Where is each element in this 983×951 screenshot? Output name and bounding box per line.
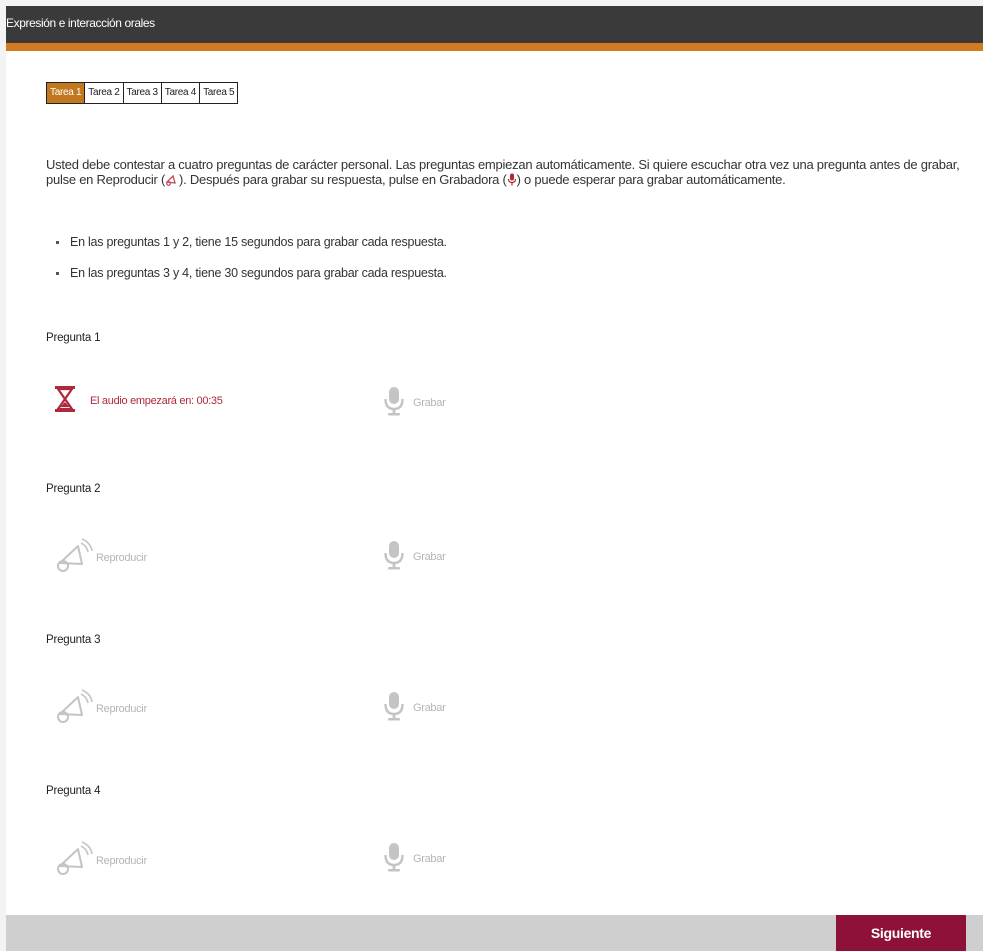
tab-tarea-4[interactable]: Tarea 4: [161, 82, 201, 104]
speaker-icon: [54, 538, 94, 577]
question-2-label: Pregunta 2: [46, 483, 101, 495]
question-4-label: Pregunta 4: [46, 785, 101, 797]
speaker-icon: [54, 689, 94, 728]
play-label: Reproducir: [96, 854, 147, 867]
speaker-icon: [54, 841, 94, 880]
record-button[interactable]: Grabar: [383, 540, 446, 573]
record-label: Grabar: [413, 550, 446, 563]
record-button[interactable]: Grabar: [383, 386, 446, 419]
instructions-text: Usted debe contestar a cuatro preguntas …: [46, 157, 976, 189]
countdown-timer: El audio empezará en: 00:35: [54, 385, 223, 416]
record-label: Grabar: [413, 396, 446, 409]
play-button[interactable]: Reproducir: [54, 538, 147, 577]
list-item: En las preguntas 1 y 2, tiene 15 segundo…: [56, 234, 447, 265]
exam-frame: Expresión e interacción orales Tarea 1 T…: [6, 6, 983, 951]
play-label: Reproducir: [96, 551, 147, 564]
record-button[interactable]: Grabar: [383, 842, 446, 875]
record-label: Grabar: [413, 701, 446, 714]
record-button[interactable]: Grabar: [383, 691, 446, 724]
task-tabs: Tarea 1 Tarea 2 Tarea 3 Tarea 4 Tarea 5: [46, 82, 239, 104]
list-item: En las preguntas 3 y 4, tiene 30 segundo…: [56, 265, 447, 296]
microphone-icon: [383, 691, 405, 724]
next-button[interactable]: Siguiente: [836, 915, 966, 951]
speaker-inline-icon: [165, 174, 179, 189]
section-title: Expresión e interacción orales: [6, 16, 155, 30]
play-label: Reproducir: [96, 702, 147, 715]
microphone-icon: [383, 540, 405, 573]
hourglass-icon: [54, 385, 76, 416]
tab-tarea-5[interactable]: Tarea 5: [200, 82, 239, 104]
question-3-label: Pregunta 3: [46, 634, 101, 646]
play-button[interactable]: Reproducir: [54, 841, 147, 880]
tab-tarea-2[interactable]: Tarea 2: [85, 82, 124, 104]
instruction-bullets: En las preguntas 1 y 2, tiene 15 segundo…: [56, 234, 447, 296]
instructions-part-3: ) o puede esperar para grabar automática…: [516, 172, 786, 187]
tab-tarea-3[interactable]: Tarea 3: [123, 82, 162, 104]
microphone-icon: [383, 386, 405, 419]
play-button[interactable]: Reproducir: [54, 689, 147, 728]
instructions-part-2: ). Después para grabar su respuesta, pul…: [179, 172, 507, 187]
header-bar: Expresión e interacción orales: [6, 6, 983, 43]
timer-label: El audio empezará en: 00:35: [90, 394, 223, 407]
microphone-inline-icon: [507, 173, 517, 189]
tab-tarea-1[interactable]: Tarea 1: [46, 82, 86, 104]
footer-bar: Siguiente: [6, 915, 983, 951]
question-1-label: Pregunta 1: [46, 332, 101, 344]
accent-stripe: [6, 43, 983, 51]
record-label: Grabar: [413, 852, 446, 865]
microphone-icon: [383, 842, 405, 875]
